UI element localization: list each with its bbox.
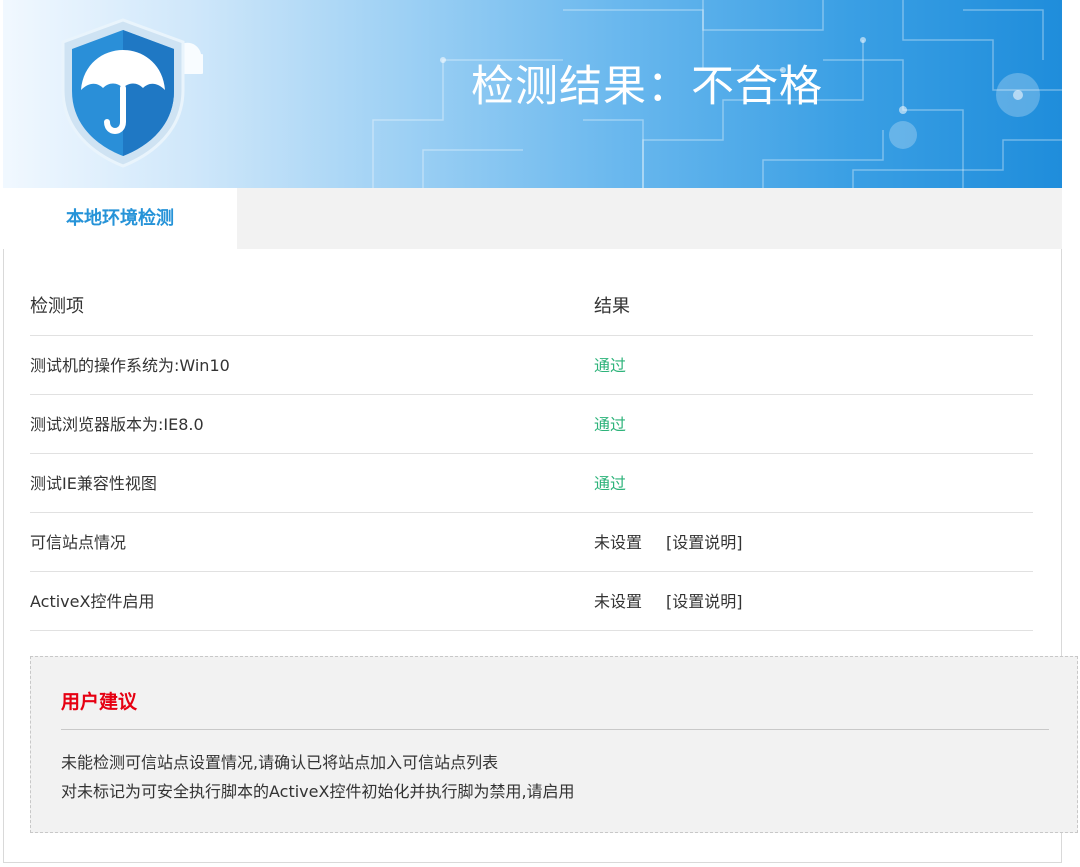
table-header-row: 检测项 结果 xyxy=(30,277,1033,336)
result-banner: 检测结果：不合格 xyxy=(3,0,1062,188)
check-item-label: ActiveX控件启用 xyxy=(30,592,155,611)
check-item-label: 测试机的操作系统为:Win10 xyxy=(30,356,230,375)
status-pass: 通过 xyxy=(594,474,627,493)
table-row: ActiveX控件启用 未设置 [设置说明] xyxy=(30,572,1033,631)
status-unset: 未设置 xyxy=(594,592,643,611)
check-item-label: 可信站点情况 xyxy=(30,533,127,552)
result-title: 检测结果：不合格 xyxy=(471,62,823,112)
shield-umbrella-icon xyxy=(61,18,203,168)
table-row: 测试IE兼容性视图 通过 xyxy=(30,454,1033,513)
table-row: 测试浏览器版本为:IE8.0 通过 xyxy=(30,395,1033,454)
table-row: 测试机的操作系统为:Win10 通过 xyxy=(30,336,1033,395)
check-item-label: 测试浏览器版本为:IE8.0 xyxy=(30,415,204,434)
advice-text: 未能检测可信站点设置情况,请确认已将站点加入可信站点列表 xyxy=(61,753,499,772)
table-row: 可信站点情况 未设置 [设置说明] xyxy=(30,513,1033,572)
header-result: 结果 xyxy=(594,296,630,317)
advice-divider xyxy=(61,729,1049,730)
result-cell: 未设置 [设置说明] xyxy=(594,513,743,572)
check-results-table: 检测项 结果 测试机的操作系统为:Win10 通过 测试浏览器版本为:IE8.0… xyxy=(30,277,1033,631)
tab-bar: 本地环境检测 xyxy=(3,188,1062,249)
header-check-item: 检测项 xyxy=(30,296,84,317)
result-cell: 未设置 [设置说明] xyxy=(594,572,743,631)
settings-help-link[interactable]: [设置说明] xyxy=(666,533,743,552)
advice-title: 用户建议 xyxy=(61,691,138,713)
status-pass: 通过 xyxy=(594,356,627,375)
tab-local-environment-check[interactable]: 本地环境检测 xyxy=(3,188,237,249)
user-advice-panel: 用户建议 未能检测可信站点设置情况,请确认已将站点加入可信站点列表 对未标记为可… xyxy=(30,656,1078,833)
settings-help-link[interactable]: [设置说明] xyxy=(666,592,743,611)
status-unset: 未设置 xyxy=(594,533,643,552)
status-pass: 通过 xyxy=(594,415,627,434)
advice-text: 对未标记为可安全执行脚本的ActiveX控件初始化并执行脚为禁用,请启用 xyxy=(61,782,575,801)
check-item-label: 测试IE兼容性视图 xyxy=(30,474,157,493)
